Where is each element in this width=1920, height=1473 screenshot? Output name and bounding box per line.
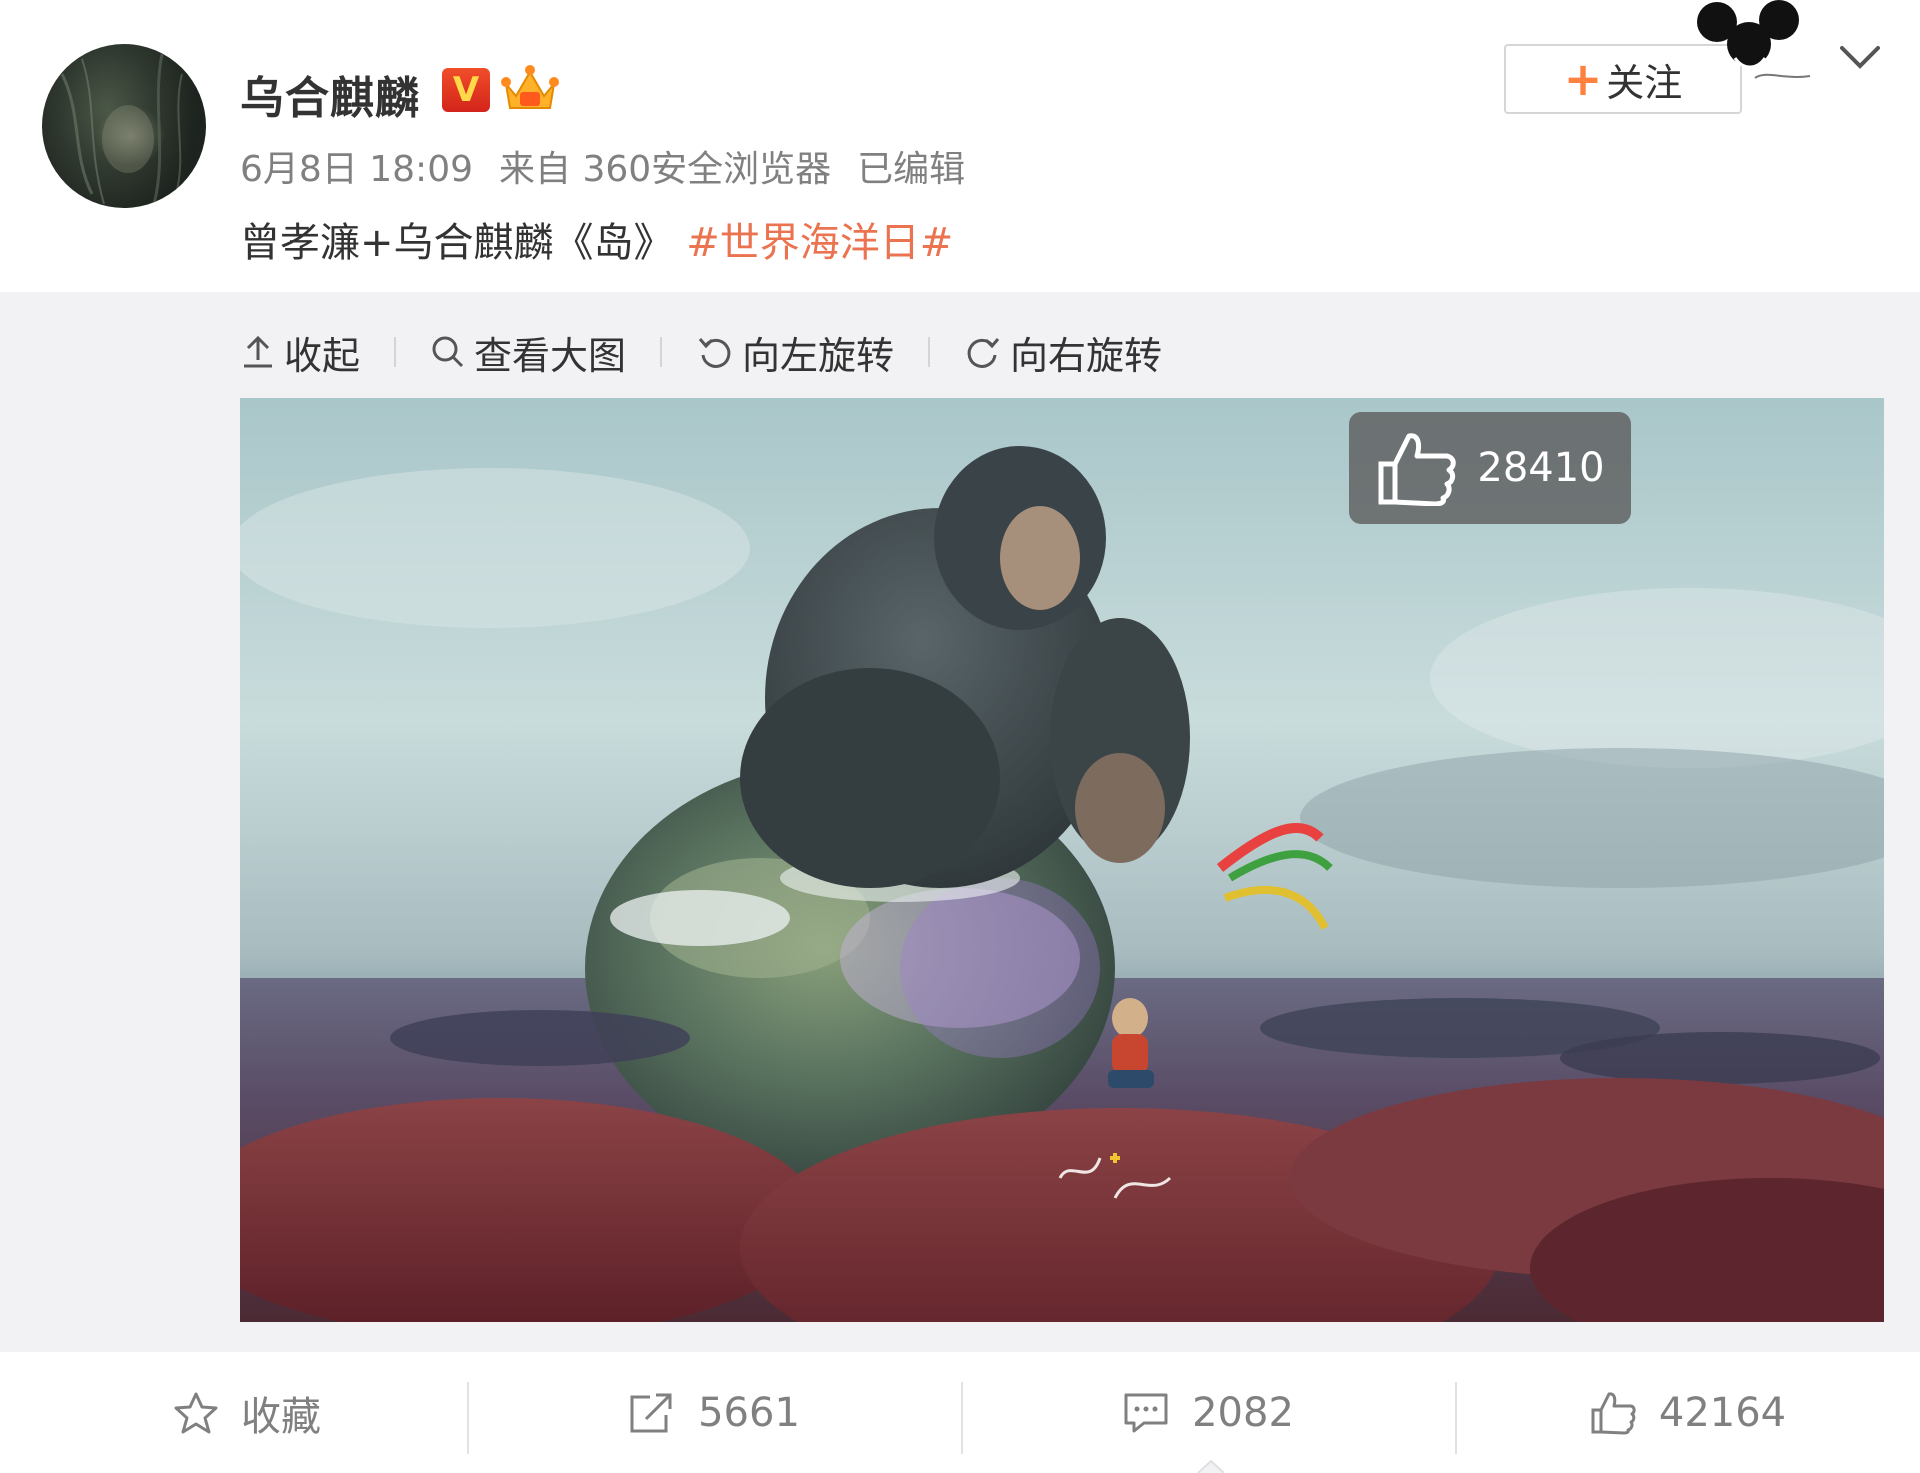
follow-label: 关注	[1606, 60, 1683, 105]
rotate-left-icon	[698, 338, 731, 368]
avatar-image	[60, 53, 183, 205]
repost-count: 5661	[698, 1389, 800, 1436]
rotate-left-button[interactable]: 向左旋转	[696, 325, 894, 380]
post-body: 曾孝濂+乌合麒麟《岛》	[240, 220, 674, 266]
hashtag-link[interactable]: #世界海洋日#	[686, 220, 953, 266]
view-large-label: 查看大图	[474, 333, 627, 378]
comment-count: 2082	[1192, 1389, 1294, 1436]
image-toolbar: 收起 查看大图 向左旋转 向右旋转	[240, 322, 1162, 382]
edited-label[interactable]: 已编辑	[857, 149, 965, 190]
view-large-button[interactable]: 查看大图	[430, 325, 626, 380]
mickey-icon	[1697, 0, 1811, 79]
post-image[interactable]	[240, 398, 1884, 1322]
share-icon	[630, 1393, 672, 1432]
post-header: 乌合麒麟 V 6月8日 18:09 来自 360安全浏览器 已编辑 曾孝濂+乌合麒麟…	[0, 0, 1920, 292]
like-button[interactable]: 42164	[1455, 1352, 1920, 1473]
rotate-right-label: 向右旋转	[1010, 333, 1163, 378]
post-meta: 6月8日 18:09 来自 360安全浏览器 已编辑	[240, 140, 991, 192]
image-gallery: 收起 查看大图 向左旋转 向右旋转 28410	[0, 292, 1920, 1352]
rotate-left-label: 向左旋转	[742, 333, 895, 378]
divider	[928, 337, 931, 367]
thumbs-up-icon	[1591, 1391, 1636, 1434]
collapse-button[interactable]: 收起	[240, 325, 360, 380]
crown-badge-icon	[501, 65, 559, 109]
rotate-right-icon	[967, 338, 1000, 368]
favorite-label: 收藏	[241, 1393, 321, 1440]
post-text: 曾孝濂+乌合麒麟《岛》 #世界海洋日#	[240, 210, 953, 268]
chevron-down-icon[interactable]	[1836, 40, 1884, 74]
plus-icon: +	[1563, 52, 1603, 106]
verified-v-icon: V	[442, 68, 490, 112]
comment-button[interactable]: 2082	[961, 1352, 1455, 1473]
repost-button[interactable]: 5661	[467, 1352, 961, 1473]
upload-arrow-icon	[244, 335, 272, 368]
username[interactable]: 乌合麒麟	[240, 62, 420, 126]
post-source: 来自 360安全浏览器	[499, 149, 832, 190]
caret-up-icon	[1197, 1459, 1225, 1473]
divider	[660, 337, 663, 367]
image-like-count: 28410	[1477, 445, 1605, 491]
divider	[394, 337, 397, 367]
avatar[interactable]	[42, 44, 206, 208]
comment-icon	[1124, 1393, 1168, 1432]
like-count: 42164	[1658, 1389, 1787, 1436]
image-like-button[interactable]: 28410	[1349, 412, 1631, 524]
favorite-button[interactable]: 收藏	[0, 1352, 494, 1473]
thumbs-up-icon	[1378, 433, 1457, 506]
collapse-label: 收起	[284, 333, 361, 378]
post-date[interactable]: 6月8日 18:09	[240, 149, 473, 190]
action-bar: 收藏 5661 2082 42164	[0, 1352, 1920, 1473]
artwork-illustration	[240, 398, 1884, 1322]
star-icon	[174, 1392, 218, 1433]
rotate-right-button[interactable]: 向右旋转	[964, 325, 1162, 380]
search-icon	[432, 336, 464, 368]
